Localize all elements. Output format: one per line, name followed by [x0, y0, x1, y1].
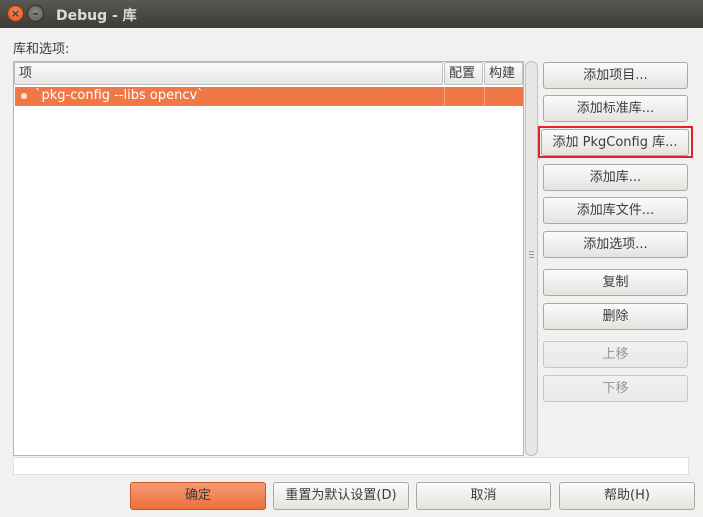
add-lib-file-button[interactable]: 添加库文件... [543, 197, 688, 224]
row-item-text: `pkg-config --libs opencv` [35, 88, 204, 103]
window-title: Debug - 库 [56, 8, 137, 24]
column-header-config[interactable]: 配置 [444, 62, 483, 85]
column-header-item[interactable]: 项 [14, 62, 443, 85]
cancel-button[interactable]: 取消 [416, 482, 551, 510]
help-button[interactable]: 帮助(H) [559, 482, 695, 510]
column-header-build[interactable]: 构建 [484, 62, 523, 85]
add-item-button[interactable]: 添加项目... [543, 62, 688, 89]
libraries-table[interactable]: 项 配置 构建 `pkg-config --libs opencv` [13, 61, 524, 456]
cell-divider [444, 87, 445, 106]
add-option-button[interactable]: 添加选项... [543, 231, 688, 258]
delete-button[interactable]: 删除 [543, 303, 688, 330]
bullet-icon [21, 93, 27, 99]
table-header: 项 配置 构建 [14, 62, 523, 85]
add-lib-button[interactable]: 添加库... [543, 164, 688, 191]
cell-divider [484, 87, 485, 106]
copy-button[interactable]: 复制 [543, 269, 688, 296]
section-label: 库和选项: [13, 42, 70, 57]
scrollbar-grip-icon[interactable] [529, 251, 534, 259]
move-down-button[interactable]: 下移 [543, 375, 688, 402]
reset-default-button[interactable]: 重置为默认设置(D) [273, 482, 409, 510]
minimize-icon: – [32, 7, 39, 20]
close-icon: × [10, 7, 21, 20]
status-field [13, 457, 689, 475]
window-titlebar: × – Debug - 库 [0, 0, 703, 28]
close-window-button[interactable]: × [7, 5, 24, 22]
table-row[interactable]: `pkg-config --libs opencv` [15, 87, 523, 106]
add-standard-lib-button[interactable]: 添加标准库... [543, 95, 688, 122]
add-pkgconfig-lib-button[interactable]: 添加 PkgConfig 库... [541, 129, 689, 156]
vertical-scrollbar[interactable] [525, 61, 538, 456]
minimize-window-button[interactable]: – [27, 5, 44, 22]
ok-button[interactable]: 确定 [130, 482, 266, 510]
move-up-button[interactable]: 上移 [543, 341, 688, 368]
